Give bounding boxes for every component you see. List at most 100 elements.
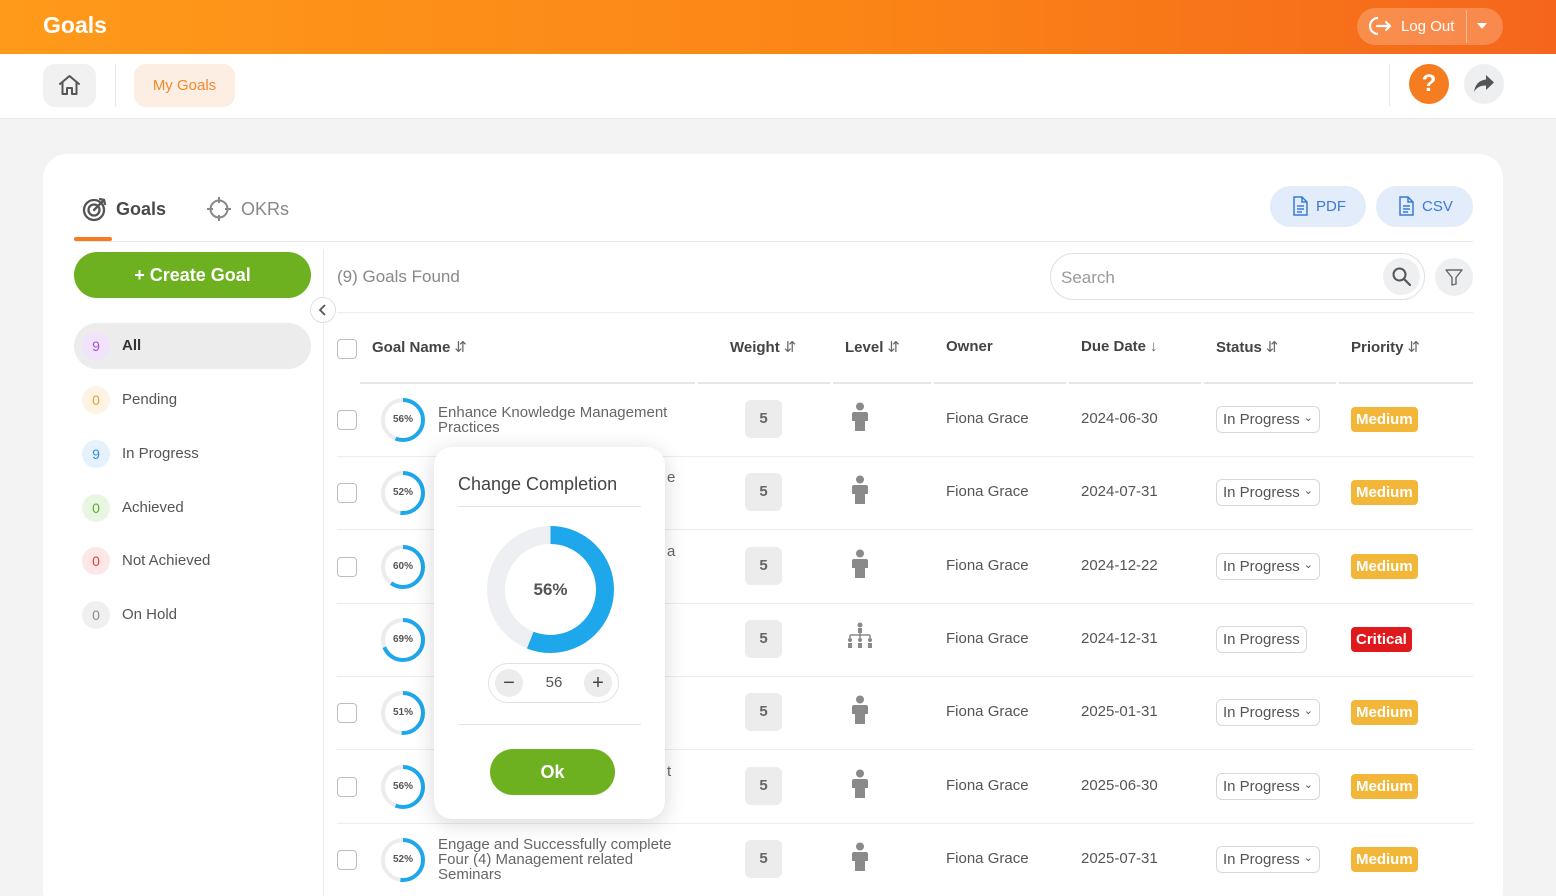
chevron-down-icon: ⌄ [1303,779,1313,791]
completion-value-input[interactable]: 56 [527,674,581,691]
column-weight[interactable]: Weight ⇵ [730,338,796,356]
row-checkbox[interactable] [337,850,357,870]
owner-name: Fiona Grace [946,850,1029,867]
column-priority[interactable]: Priority ⇵ [1351,338,1420,356]
sort-icon[interactable]: ⇵ [887,338,900,356]
row-checkbox[interactable] [337,483,357,503]
target-icon [82,197,107,222]
help-button[interactable]: ? [1409,64,1449,104]
individual-level-icon [851,769,869,804]
select-all-checkbox[interactable] [337,339,357,359]
filter-item-pending[interactable]: 0 Pending [74,377,311,423]
progress-ring[interactable]: 60% [381,545,425,589]
filter-label: Not Achieved [122,552,211,569]
goal-name[interactable]: a [667,544,927,559]
chevron-down-icon[interactable] [1477,23,1487,29]
due-date: 2024-12-31 [1081,630,1158,647]
search-box[interactable]: Search [1050,253,1425,300]
chevron-left-icon [318,304,326,316]
search-input[interactable]: Search [1061,268,1115,288]
create-goal-button[interactable]: + Create Goal [74,252,311,298]
status-select[interactable]: In Progress ⌄ [1216,479,1320,506]
goal-name[interactable]: e [667,470,927,485]
ok-button[interactable]: Ok [490,749,615,795]
owner-name: Fiona Grace [946,777,1029,794]
logout-divider [1466,10,1467,43]
search-button[interactable] [1383,258,1420,295]
share-button[interactable] [1464,64,1504,104]
progress-ring[interactable]: 56% [381,398,425,442]
progress-ring[interactable]: 52% [381,471,425,515]
filter-count-badge: 0 [82,547,110,575]
status-select[interactable]: In Progress ⌄ [1216,846,1320,873]
filter-item-achieved[interactable]: 0 Achieved [74,485,311,531]
filter-item-in-progress[interactable]: 9 In Progress [74,431,311,477]
row-checkbox[interactable] [337,410,357,430]
divider [1389,64,1390,106]
completion-stepper: − 56 + [488,663,619,703]
filter-item-not-achieved[interactable]: 0 Not Achieved [74,538,311,584]
increment-button[interactable]: + [584,669,612,697]
export-csv-label: CSV [1422,198,1453,215]
export-csv-button[interactable]: CSV [1376,186,1473,227]
crosshair-icon [207,197,231,221]
column-level[interactable]: Level ⇵ [845,338,900,356]
chevron-down-icon: ⌄ [1303,485,1313,497]
decrement-button[interactable]: − [495,669,523,697]
column-due-date[interactable]: Due Date ↓ [1081,338,1158,355]
row-checkbox[interactable] [337,703,357,723]
weight-badge: 5 [745,547,782,585]
logout-icon [1369,16,1392,36]
logout-button[interactable]: Log Out [1357,8,1503,45]
document-icon [1293,196,1308,216]
progress-ring[interactable]: 56% [381,765,425,809]
goal-name[interactable]: t [667,764,927,779]
weight-badge: 5 [745,473,782,511]
table-row[interactable]: 56% Enhance Knowledge Management Practice… [337,383,1473,457]
filter-count-badge: 0 [82,601,110,629]
due-date: 2024-12-22 [1081,557,1158,574]
row-checkbox[interactable] [337,777,357,797]
status-select[interactable]: In Progress ⌄ [1216,773,1320,800]
column-level-label: Level [845,339,884,356]
progress-percent: 69% [392,634,413,645]
sort-descending-icon[interactable]: ↓ [1150,338,1158,355]
owner-name: Fiona Grace [946,703,1029,720]
top-bar: Goals Log Out [0,0,1556,54]
column-status[interactable]: Status ⇵ [1216,338,1278,356]
logout-label: Log Out [1401,18,1455,35]
export-pdf-button[interactable]: PDF [1270,186,1366,227]
filter-icon [1445,269,1463,286]
filter-item-all[interactable]: 9 All [74,323,311,369]
priority-badge: Medium [1351,774,1418,799]
home-button[interactable] [43,64,96,107]
progress-ring[interactable]: 69% [381,618,425,662]
individual-level-icon [851,475,869,510]
sort-icon[interactable]: ⇵ [1408,338,1421,356]
goal-name[interactable]: Enhance Knowledge Management Practices [438,405,698,435]
progress-ring[interactable]: 51% [381,691,425,735]
sort-icon[interactable]: ⇵ [1266,338,1279,356]
status-label: In Progress [1223,484,1300,501]
goal-name[interactable]: Engage and Successfully complete Four (4… [438,837,698,882]
sort-icon[interactable]: ⇵ [454,338,467,356]
filter-button[interactable] [1435,258,1473,296]
row-checkbox[interactable] [337,557,357,577]
column-due-date-label: Due Date [1081,338,1147,355]
status-select[interactable]: In Progress ⌄ [1216,406,1320,433]
tab-goals-label: Goals [116,199,167,219]
collapse-sidebar-button[interactable] [310,297,336,323]
sort-icon[interactable]: ⇵ [784,338,797,356]
progress-ring[interactable]: 52% [381,838,425,882]
due-date: 2024-07-31 [1081,483,1158,500]
status-select[interactable]: In Progress ⌄ [1216,553,1320,580]
priority-badge: Critical [1351,627,1412,652]
document-icon [1399,196,1414,216]
status-select[interactable]: In Progress ⌄ [1216,699,1320,726]
column-goal-name[interactable]: Goal Name ⇵ [372,338,467,356]
filter-item-on-hold[interactable]: 0 On Hold [74,592,311,638]
status-label: In Progress [1223,558,1300,575]
table-row[interactable]: 52% Engage and Successfully complete Four… [337,823,1473,896]
my-goals-button[interactable]: My Goals [134,64,235,107]
status-label: In Progress [1223,411,1300,428]
